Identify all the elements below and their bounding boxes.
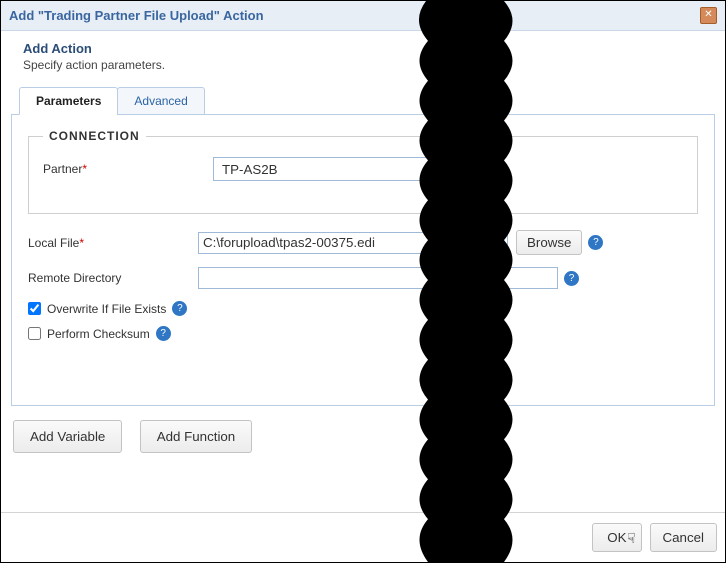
dialog-add-action: Add "Trading Partner File Upload" Action… [0,0,726,563]
checksum-label: Perform Checksum [47,327,150,341]
help-icon[interactable]: ? [564,271,579,286]
ok-area: OK ☟ [592,523,641,552]
local-file-input[interactable] [198,232,508,254]
connection-legend: CONNECTION [43,129,146,143]
section-heading: Add Action [23,41,715,56]
add-variable-button[interactable]: Add Variable [13,420,122,453]
checksum-checkbox[interactable] [28,327,41,340]
partner-row: Partner* TP-AS2B ? [43,157,683,181]
overwrite-row: Overwrite If File Exists ? [28,301,698,316]
cancel-button[interactable]: Cancel [650,523,718,552]
checksum-row: Perform Checksum ? [28,326,698,341]
remote-dir-label: Remote Directory [28,271,198,285]
help-icon[interactable]: ? [172,301,187,316]
overwrite-checkbox[interactable] [28,302,41,315]
tabs: Parameters Advanced [19,86,715,114]
remote-dir-row: Remote Directory ? [28,267,698,289]
section-subheading: Specify action parameters. [23,58,715,72]
tab-advanced[interactable]: Advanced [117,87,204,115]
required-mark: * [82,162,87,176]
dialog-footer: OK ☟ Cancel [1,512,725,562]
add-function-button[interactable]: Add Function [140,420,253,453]
partner-label-text: Partner [43,162,82,176]
tabpanel-parameters: CONNECTION Partner* TP-AS2B ? Local File… [11,114,715,406]
partner-select[interactable]: TP-AS2B [213,157,438,181]
local-file-label: Local File* [28,236,198,250]
dialog-title: Add "Trading Partner File Upload" Action [9,8,264,23]
partner-label: Partner* [43,162,213,176]
browse-button[interactable]: Browse [516,230,582,255]
help-icon[interactable]: ? [444,162,459,177]
remote-dir-input[interactable] [198,267,558,289]
toolbar-extra: Add Variable Add Function [13,420,715,453]
titlebar: Add "Trading Partner File Upload" Action… [1,1,725,31]
connection-group: CONNECTION Partner* TP-AS2B ? [28,129,698,214]
dialog-body: Add Action Specify action parameters. Pa… [1,31,725,512]
overwrite-label: Overwrite If File Exists [47,302,166,316]
local-file-label-text: Local File [28,236,79,250]
local-file-row: Local File* Browse ? [28,230,698,255]
required-mark: * [79,236,84,250]
tab-parameters[interactable]: Parameters [19,87,118,115]
ok-button[interactable]: OK [592,523,641,552]
help-icon[interactable]: ? [156,326,171,341]
close-icon[interactable]: ✕ [700,7,717,24]
help-icon[interactable]: ? [588,235,603,250]
